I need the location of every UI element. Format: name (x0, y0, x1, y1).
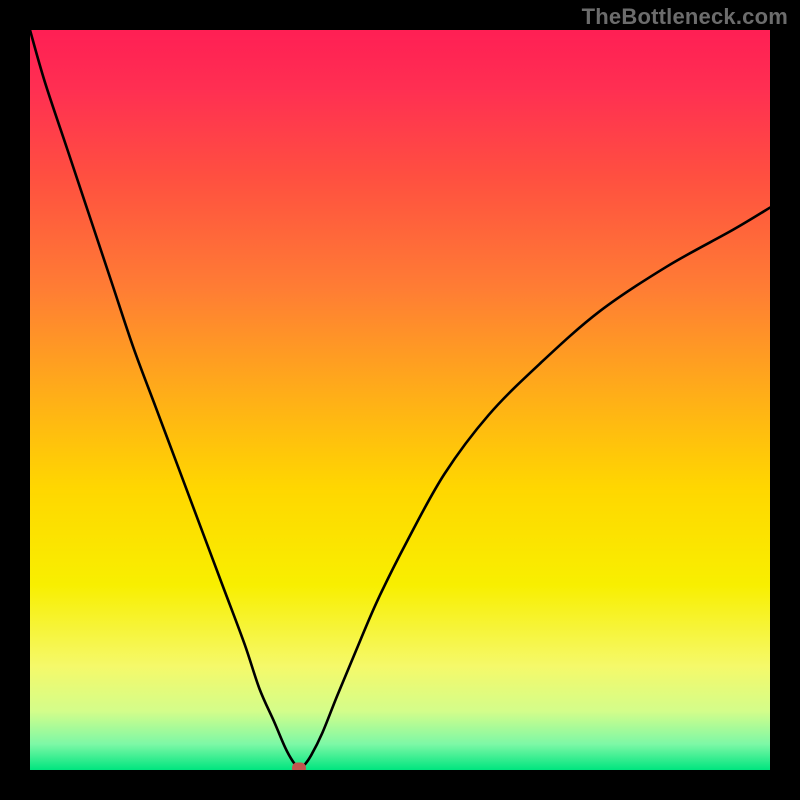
watermark-text: TheBottleneck.com (582, 4, 788, 30)
curve-layer (30, 30, 770, 770)
bottleneck-curve (30, 30, 770, 768)
optimum-marker (292, 762, 306, 770)
chart-frame: TheBottleneck.com (0, 0, 800, 800)
plot-area (30, 30, 770, 770)
